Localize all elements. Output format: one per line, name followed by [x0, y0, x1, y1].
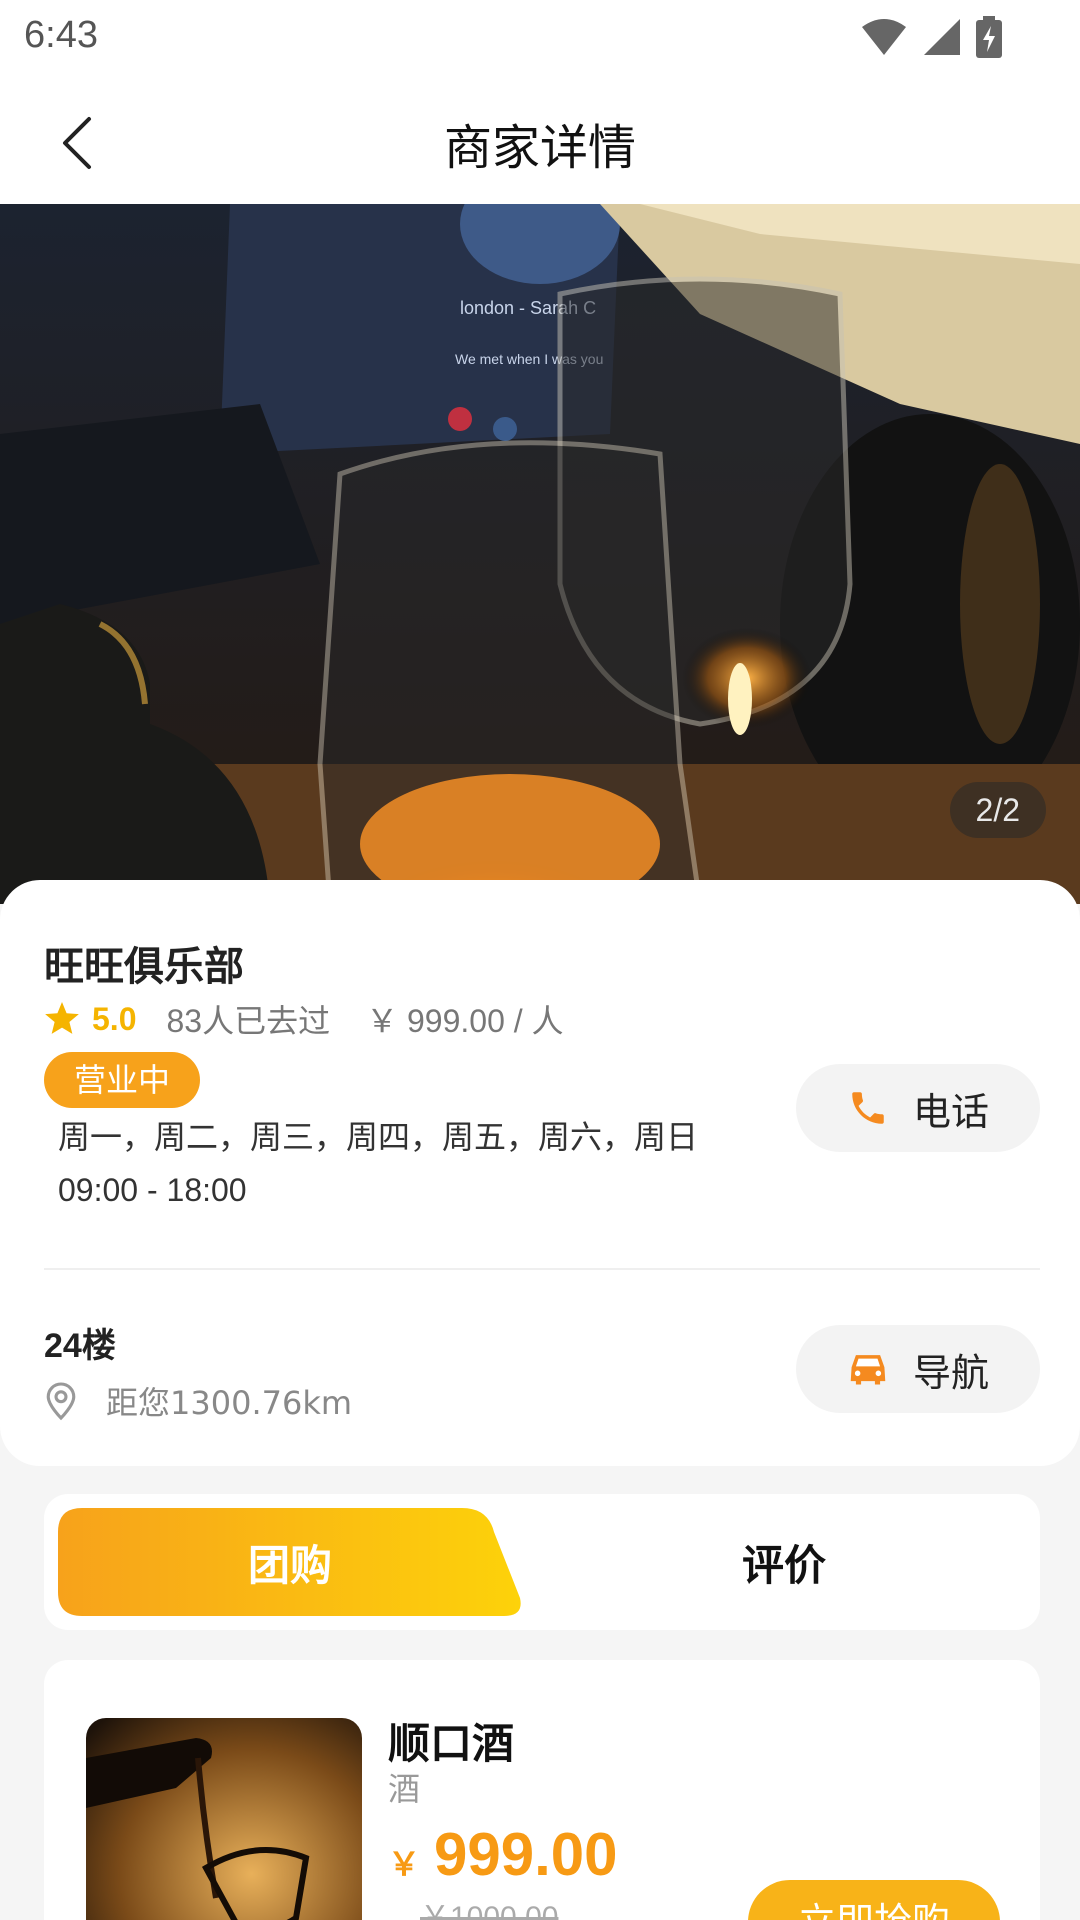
tab-reviews-label: 评价 [741, 1540, 826, 1590]
store-photo: london - Sarah C We met when I was you [0, 204, 1080, 904]
buy-now-button[interactable]: 立即抢购 [748, 1880, 1000, 1920]
navigate-button-label: 导航 [912, 1350, 989, 1395]
deal-currency: ￥ [388, 1846, 421, 1882]
status-time: 6:43 [24, 14, 98, 56]
status-badge: 营业中 [44, 1052, 201, 1108]
carousel-page-indicator: 2/2 [949, 782, 1046, 838]
divider [44, 1268, 1040, 1270]
deal-price: ￥ 999.00 [388, 1820, 618, 1889]
rating-value: 5.0 [92, 1000, 137, 1037]
distance-row: 距您1300.76km [44, 1378, 352, 1424]
tab-bar: 团购 评价 [44, 1494, 1040, 1630]
navigate-button[interactable]: 导航 [796, 1325, 1040, 1413]
deal-category: 酒 [388, 1770, 421, 1808]
battery-icon [976, 16, 1002, 58]
distance-text: 距您1300.76km [106, 1384, 353, 1422]
page-title: 商家详情 [443, 120, 636, 176]
navigation-bar: 商家详情 [0, 80, 1080, 204]
store-address: 24楼 [44, 1327, 116, 1365]
store-photo-carousel[interactable]: london - Sarah C We met when I was you 2… [0, 204, 1080, 904]
deal-card[interactable]: 顺口酒 酒 ￥ 999.00 ￥1000.00 立即抢购 [44, 1660, 1040, 1920]
open-days: 周一，周二，周三，周四，周五，周六，周日 [58, 1118, 699, 1156]
wifi-icon [862, 19, 906, 55]
status-icons [860, 16, 1002, 58]
tab-group-buy-label: 团购 [247, 1540, 332, 1590]
deal-price-value: 999.00 [434, 1821, 618, 1888]
wine-pour-image [86, 1718, 362, 1920]
signal-icon [924, 19, 960, 55]
open-hours: 09:00 - 18:00 [58, 1172, 247, 1208]
price-per-person: ￥ 999.00 / 人 [366, 1003, 564, 1039]
phone-icon [852, 1092, 884, 1124]
car-icon [850, 1355, 886, 1385]
status-bar: 6:43 [0, 0, 1080, 80]
call-button-label: 电话 [912, 1089, 989, 1134]
star-icon [45, 1002, 79, 1034]
store-info-card: 旺旺俱乐部 5.0 83人已去过 ￥ 999.00 / 人 营业中 周一，周二，… [0, 880, 1080, 1466]
deal-original-price: ￥1000.00 [420, 1901, 559, 1920]
call-button[interactable]: 电话 [796, 1064, 1040, 1152]
deal-image [86, 1718, 362, 1920]
location-pin-icon [46, 1382, 76, 1421]
merchant-detail-screen: 6:43 商家详情 london - Sarah C We met when I… [0, 0, 1080, 1920]
store-meta-row: 5.0 83人已去过 ￥ 999.00 / 人 [44, 996, 564, 1042]
store-name: 旺旺俱乐部 [44, 944, 244, 990]
tab-reviews[interactable]: 评价 [542, 1508, 1026, 1616]
visited-count: 83人已去过 [166, 1003, 331, 1039]
tab-group-buy[interactable]: 团购 [58, 1508, 522, 1616]
deal-title: 顺口酒 [388, 1719, 515, 1768]
